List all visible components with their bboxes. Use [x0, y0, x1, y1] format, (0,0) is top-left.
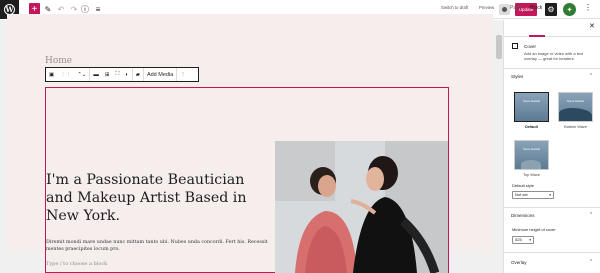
style-option-default[interactable]: Some Default	[514, 92, 549, 122]
overlay-color-icon[interactable]: ▰	[133, 68, 143, 81]
cover-block-icon	[512, 43, 518, 49]
style-label-top-wave: Top Wave	[523, 173, 540, 177]
switch-to-draft-button[interactable]: Switch to draft	[441, 5, 468, 10]
chevron-down-icon: ▾	[529, 238, 531, 242]
fullscreen-icon[interactable]: ⛶	[113, 68, 123, 81]
min-height-label: Minimum height of cover	[512, 227, 556, 232]
chevron-up-icon[interactable]: ⌃	[589, 73, 593, 79]
chevron-up-icon[interactable]: ⌃	[589, 259, 593, 265]
tab-block[interactable]: Block	[530, 5, 542, 11]
cover-paragraph[interactable]: Diremit mondi mare undae nunc mittam tan…	[46, 239, 272, 253]
block-options-icon[interactable]: ⋮	[177, 68, 189, 81]
makeup-artist-photo	[275, 141, 448, 273]
style-option-bottom-wave[interactable]: Some Default	[558, 92, 593, 122]
min-height-value: 525	[515, 237, 522, 242]
page-title[interactable]: Home	[45, 56, 72, 66]
block-placeholder[interactable]: Type / to choose a block	[46, 261, 107, 267]
cover-image[interactable]	[275, 141, 448, 273]
style-option-top-wave[interactable]: Some Default	[514, 140, 549, 170]
styles-panel-title[interactable]: Styles	[511, 74, 523, 79]
sidebar-tabs	[503, 20, 600, 37]
active-tab-indicator	[529, 35, 545, 37]
default-style-label: Default style	[512, 183, 535, 188]
block-toolbar: ▣ ⋮⋮ ⌃⌄ ▬ ⊞ ⛶ ◐ ▰ Add Media ⋮	[45, 67, 199, 82]
close-icon[interactable]: ✕	[589, 22, 595, 30]
style-label-default: Default	[525, 125, 538, 129]
default-style-select[interactable]: Not set ▾	[512, 191, 554, 199]
content-position-icon[interactable]: ⊞	[102, 68, 113, 81]
add-media-button[interactable]: Add Media	[144, 68, 176, 81]
more-options-icon[interactable]: ⋮	[584, 3, 592, 12]
settings-icon[interactable]: ⚙	[545, 3, 557, 16]
divider	[503, 207, 600, 208]
chevron-down-icon: ▾	[549, 193, 551, 197]
style-thumb-text: Some Default	[567, 99, 584, 103]
style-thumb-text: Some Default	[523, 99, 540, 103]
block-type-icon[interactable]: ▣	[46, 68, 57, 81]
preview-link[interactable]: Preview	[479, 5, 494, 10]
scrollbar-thumb[interactable]	[496, 35, 502, 59]
divider	[503, 68, 600, 69]
dimensions-panel-title[interactable]: Dimensions	[511, 213, 535, 218]
move-arrows-icon[interactable]: ⌃⌄	[74, 68, 89, 81]
default-style-value: Not set	[515, 192, 528, 197]
block-name: Cover	[524, 44, 537, 49]
align-icon[interactable]: ▬	[90, 68, 102, 81]
wave-shape	[521, 160, 541, 169]
cover-heading[interactable]: I'm a Passionate Beautician and Makeup A…	[46, 171, 271, 225]
chevron-up-icon[interactable]: ⌃	[589, 212, 593, 218]
tab-page[interactable]: Page	[510, 5, 522, 11]
block-description: Add an image or video with a text overla…	[524, 51, 584, 61]
divider	[503, 252, 600, 253]
style-label-bottom-wave: Bottom Wave	[564, 125, 587, 129]
duotone-icon[interactable]: ◐	[122, 68, 131, 81]
view-icon[interactable]	[499, 4, 510, 15]
drag-handle-icon[interactable]: ⋮⋮	[57, 68, 74, 81]
overlay-panel-title[interactable]: Overlay	[511, 260, 527, 265]
min-height-input[interactable]: 525 ▾	[512, 236, 534, 244]
wave-shape	[559, 108, 592, 121]
style-thumb-text: Some Default	[523, 147, 540, 151]
plugin-icon[interactable]: ✦	[563, 3, 576, 16]
